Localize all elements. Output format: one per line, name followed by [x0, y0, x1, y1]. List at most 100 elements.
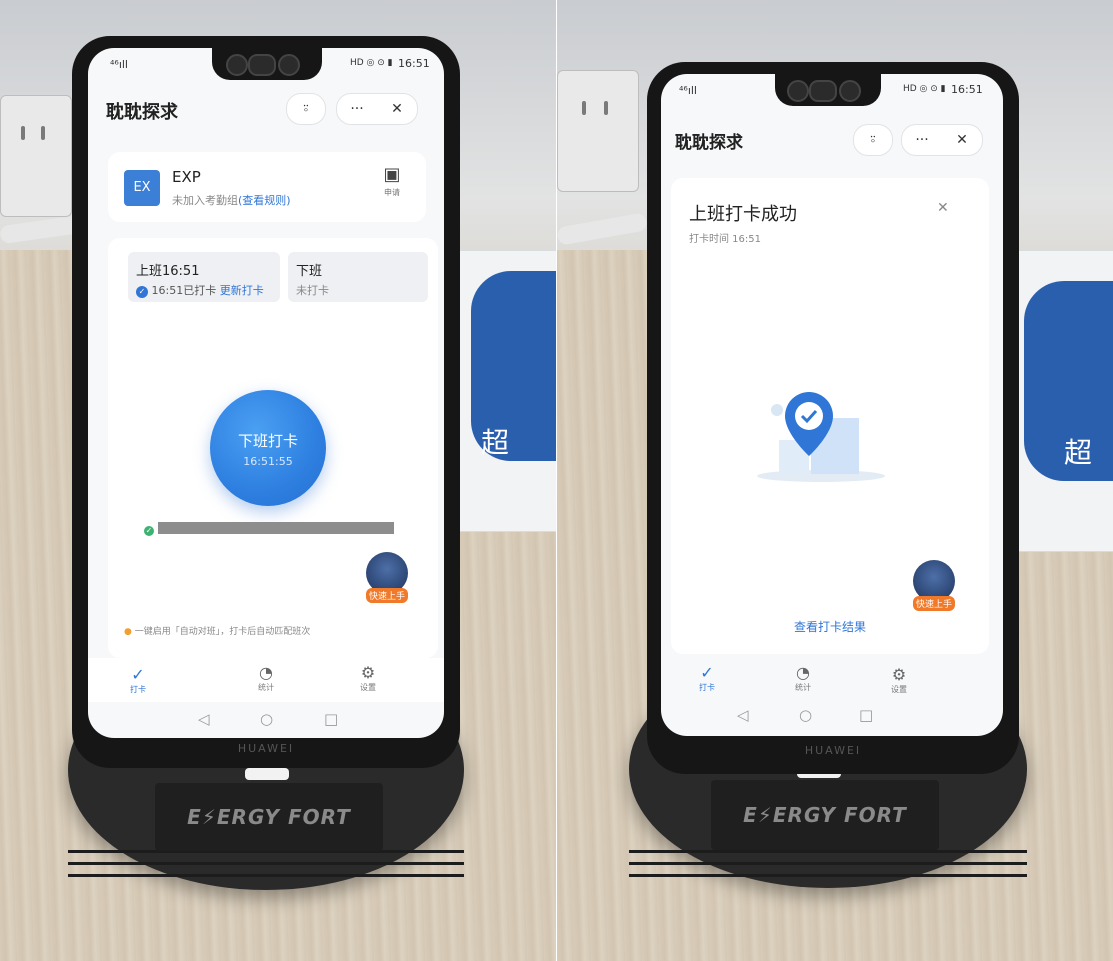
tab-label: 打卡	[699, 683, 715, 692]
check-icon: ✓	[700, 663, 714, 682]
app-title-bar: 耽耽探求 ⍤ ··· ✕	[88, 90, 444, 126]
result-title: 上班打卡成功	[689, 204, 797, 225]
quick-start-tag[interactable]: 快速上手	[913, 596, 956, 611]
chart-icon: ◔	[796, 663, 810, 682]
close-icon[interactable]: ✕	[937, 200, 949, 216]
tab-settings[interactable]: ⚙ 设置	[338, 664, 398, 693]
clock-out-time: 16:51:55	[243, 455, 293, 468]
recents-icon[interactable]: □	[324, 710, 338, 728]
phone-screen: ⁴⁶ıll HD ◎ ⊙ ▮ 16:51 耽耽探求 ⍤ ··· ✕	[88, 48, 444, 738]
support-button[interactable]: ⍤	[286, 93, 326, 125]
group-status-text: 未加入考勤组	[172, 194, 238, 207]
more-button[interactable]: ···	[337, 94, 377, 124]
check-icon: ✓	[131, 665, 145, 684]
bottom-tab-bar: ✓ 打卡 ◔ 统计 ⚙ 设置	[88, 658, 444, 702]
result-time: 打卡时间 16:51	[689, 234, 761, 245]
home-icon[interactable]: ○	[260, 710, 273, 728]
recents-icon[interactable]: □	[859, 706, 873, 724]
power-strip	[0, 95, 72, 217]
tab-settings[interactable]: ⚙ 设置	[869, 666, 929, 695]
shift-status: 16:51已打卡	[151, 284, 217, 297]
mini-program-capsule: ··· ✕	[336, 93, 418, 125]
dock-connector	[245, 768, 289, 780]
group-description: 未加入考勤组(查看规则)	[172, 192, 291, 208]
chart-icon: ◔	[259, 663, 273, 682]
system-nav-bar: ◁ ○ □	[88, 706, 444, 734]
signal-indicator: ⁴⁶ıll	[110, 58, 128, 71]
camera-notch	[212, 48, 322, 80]
tab-label: 统计	[258, 683, 274, 692]
phone-body: HUAWEI ⁴⁶ıll HD ◎ ⊙ ▮ 16:51 耽耽探求 ⍤ ··· ✕	[647, 62, 1019, 774]
status-icons: HD ◎ ⊙ ▮	[903, 84, 946, 94]
location-ok-icon: ✓	[144, 526, 154, 536]
dock-brand-plate: E⚡ERGY FORT	[155, 783, 383, 851]
support-button[interactable]: ⍤	[853, 124, 893, 156]
shift-status: 未打卡	[296, 284, 329, 297]
update-clock-link[interactable]: 更新打卡	[220, 284, 264, 297]
close-button[interactable]: ✕	[942, 125, 982, 155]
phone-brand: HUAWEI	[237, 742, 295, 755]
shift-status-row: ✓ 16:51已打卡 更新打卡	[136, 282, 264, 298]
shift-title: 上班16:51	[136, 264, 200, 279]
shift-card-off-duty[interactable]: 下班 未打卡	[288, 252, 428, 302]
phone-screen: ⁴⁶ıll HD ◎ ⊙ ▮ 16:51 耽耽探求 ⍤ ··· ✕	[661, 74, 1003, 736]
app-title: 耽耽探求	[106, 102, 178, 123]
tab-clock-in[interactable]: ✓ 打卡	[677, 664, 737, 693]
shift-card-on-duty[interactable]: 上班16:51 ✓ 16:51已打卡 更新打卡	[128, 252, 280, 302]
dock-brand-text: E⚡ERGY FORT	[187, 805, 351, 829]
phone-body: HUAWEI ⁴⁶ıll HD ◎ ⊙ ▮ 16:51 耽耽探求 ⍤ ··· ✕	[72, 36, 460, 768]
app-title-bar: 耽耽探求 ⍤ ··· ✕	[661, 124, 1003, 160]
app-title: 耽耽探求	[675, 133, 743, 153]
calendar-check-icon: ▣	[383, 164, 401, 185]
dock-brand-plate: E⚡ERGY FORT	[711, 780, 939, 850]
view-rules-link[interactable]: (查看规则)	[238, 194, 291, 207]
status-time: 16:51	[951, 83, 983, 96]
view-result-link[interactable]: 查看打卡结果	[671, 618, 989, 635]
gear-icon: ⚙	[891, 665, 907, 684]
quick-start-tag[interactable]: 快速上手	[366, 588, 409, 603]
tab-clock-in[interactable]: ✓ 打卡	[108, 666, 168, 695]
group-badge: EX	[124, 170, 160, 206]
clock-out-button[interactable]: 下班打卡 16:51:55	[210, 390, 326, 506]
apply-button[interactable]: ▣ 申请	[374, 164, 410, 198]
tab-label: 统计	[795, 683, 811, 692]
bulb-icon: ●	[124, 627, 132, 637]
shift-title: 下班	[296, 264, 323, 279]
auto-shift-hint[interactable]: ● 一键启用「自动对班」，打卡后自动匹配班次	[124, 624, 310, 637]
mini-program-capsule: ··· ✕	[901, 124, 983, 156]
clock-result-card: 上班打卡成功 打卡时间 16:51 ✕ 快速上手 查看打卡结果	[671, 178, 989, 654]
right-photo: 超 E⚡ERGY FORT HUAWEI ⁴⁶ıll HD ◎ ⊙ ▮ 16:5…	[557, 0, 1113, 961]
home-icon[interactable]: ○	[799, 706, 812, 724]
power-strip	[557, 70, 639, 192]
apply-label: 申请	[384, 188, 400, 197]
phone-brand: HUAWEI	[804, 744, 862, 757]
checked-icon: ✓	[136, 286, 148, 298]
back-icon[interactable]: ◁	[737, 706, 749, 724]
clock-out-label: 下班打卡	[237, 432, 298, 450]
more-button[interactable]: ···	[902, 125, 942, 155]
bottom-tab-bar: ✓ 打卡 ◔ 统计 ⚙ 设置	[661, 658, 1003, 702]
system-nav-bar: ◁ ○ □	[661, 702, 1003, 730]
auto-shift-hint-text: 一键启用「自动对班」，打卡后自动匹配班次	[134, 627, 311, 637]
left-photo: 超 E⚡ERGY FORT HUAWEI ⁴⁶ıll HD ◎ ⊙ ▮ 16:5…	[0, 0, 556, 961]
gear-icon: ⚙	[360, 663, 376, 682]
tab-statistics[interactable]: ◔ 统计	[773, 664, 833, 693]
status-icons: HD ◎ ⊙ ▮	[350, 58, 393, 68]
location-check-illustration	[757, 392, 885, 482]
headset-icon: ⍤	[301, 101, 311, 117]
back-icon[interactable]: ◁	[198, 710, 210, 728]
tab-statistics[interactable]: ◔ 统计	[236, 664, 296, 693]
attendance-group-card: EX EXP 未加入考勤组(查看规则) ▣ 申请	[108, 152, 426, 222]
signal-indicator: ⁴⁶ıll	[679, 84, 697, 97]
tab-label: 设置	[891, 685, 907, 694]
group-name: EXP	[172, 168, 201, 186]
close-button[interactable]: ✕	[377, 94, 417, 124]
redacted-location	[158, 522, 394, 534]
status-time: 16:51	[398, 57, 430, 70]
clock-in-panel: 上班16:51 ✓ 16:51已打卡 更新打卡 下班 未打卡 下班打卡 16:5…	[108, 238, 438, 658]
tab-label: 打卡	[130, 685, 146, 694]
headset-icon: ⍤	[868, 132, 878, 148]
dock-brand-text: E⚡ERGY FORT	[743, 803, 907, 827]
camera-notch	[775, 74, 881, 106]
tab-label: 设置	[360, 683, 376, 692]
